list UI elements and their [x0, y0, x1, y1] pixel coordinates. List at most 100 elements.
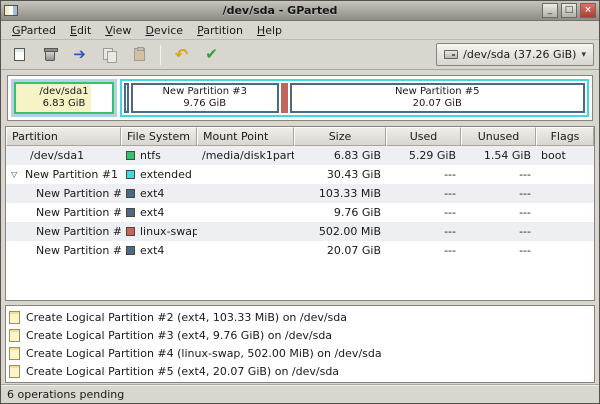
- menu-edit[interactable]: Edit: [63, 22, 98, 39]
- table-row[interactable]: New Partition #2 ext4 103.33 MiB --- ---: [6, 184, 594, 203]
- cell-flags: [536, 241, 594, 260]
- column-header-unused[interactable]: Unused: [461, 127, 536, 146]
- pending-operations-list: Create Logical Partition #2 (ext4, 103.3…: [5, 305, 595, 383]
- cell-unused: ---: [461, 184, 536, 203]
- titlebar[interactable]: /dev/sda - GParted _ □ ×: [1, 1, 599, 21]
- toolbar: ➔ ↶ ✔ /dev/sda (37.26 GiB) ▾: [1, 40, 599, 70]
- operation-item: Create Logical Partition #2 (ext4, 103.3…: [9, 308, 591, 326]
- partition-name: /dev/sda1: [30, 149, 84, 162]
- copy-button[interactable]: [96, 42, 123, 67]
- ext4-swatch-icon: [126, 246, 135, 255]
- cell-flags: [536, 203, 594, 222]
- table-row[interactable]: New Partition #4 linux-swap 502.00 MiB -…: [6, 222, 594, 241]
- filesystem-name: ext4: [140, 244, 164, 257]
- minimize-button[interactable]: _: [542, 3, 558, 18]
- device-selector-value: /dev/sda (37.26 GiB): [463, 48, 576, 61]
- operation-item: Create Logical Partition #5 (ext4, 20.07…: [9, 362, 591, 380]
- filesystem-name: ntfs: [140, 149, 161, 162]
- column-header-size[interactable]: Size: [294, 127, 386, 146]
- cell-unused: ---: [461, 203, 536, 222]
- partition-name: New Partition #2: [36, 187, 121, 200]
- filesystem-name: ext4: [140, 206, 164, 219]
- close-button[interactable]: ×: [580, 3, 596, 18]
- partition-segment-extended[interactable]: New Partition #3 9.76 GiB New Partition …: [120, 79, 589, 117]
- trash-icon: [45, 51, 55, 61]
- expander-icon[interactable]: ▽: [11, 170, 25, 179]
- cell-partition: /dev/sda1: [6, 146, 121, 165]
- cell-filesystem: extended: [121, 165, 197, 184]
- undo-icon: ↶: [175, 47, 188, 63]
- window-title: /dev/sda - GParted: [21, 4, 539, 17]
- partition-segment-2[interactable]: [124, 83, 129, 113]
- partition-name: New Partition #4: [36, 225, 121, 238]
- ext4-swatch-icon: [126, 208, 135, 217]
- operation-text: Create Logical Partition #2 (ext4, 103.3…: [26, 311, 347, 324]
- table-header: Partition File System Mount Point Size U…: [6, 127, 594, 146]
- operation-text: Create Logical Partition #4 (linux-swap,…: [26, 347, 382, 360]
- table-row[interactable]: ▽New Partition #1 extended 30.43 GiB ---…: [6, 165, 594, 184]
- cell-mountpoint: /media/disk1part1: [197, 146, 294, 165]
- device-selector[interactable]: /dev/sda (37.26 GiB) ▾: [436, 43, 594, 66]
- cell-size: 20.07 GiB: [294, 241, 386, 260]
- cell-used: ---: [386, 222, 461, 241]
- paste-button[interactable]: [126, 42, 153, 67]
- cell-size: 6.83 GiB: [294, 146, 386, 165]
- resize-move-button[interactable]: ➔: [66, 42, 93, 67]
- cell-flags: [536, 222, 594, 241]
- filesystem-name: ext4: [140, 187, 164, 200]
- copy-icon: [103, 48, 117, 62]
- paste-icon: [134, 48, 145, 61]
- operation-icon: [9, 311, 20, 324]
- cell-partition: New Partition #4: [6, 222, 121, 241]
- menu-partition[interactable]: Partition: [190, 22, 250, 39]
- extended-swatch-icon: [126, 170, 135, 179]
- cell-partition: New Partition #5: [6, 241, 121, 260]
- menu-help[interactable]: Help: [250, 22, 289, 39]
- segment-label: New Partition #3: [162, 86, 247, 98]
- column-header-used[interactable]: Used: [386, 127, 461, 146]
- column-header-flags[interactable]: Flags: [536, 127, 594, 146]
- cell-size: 30.43 GiB: [294, 165, 386, 184]
- cell-filesystem: ext4: [121, 241, 197, 260]
- cell-partition: New Partition #3: [6, 203, 121, 222]
- cell-partition: ▽New Partition #1: [6, 165, 121, 184]
- linux-swap-swatch-icon: [126, 227, 135, 236]
- ext4-swatch-icon: [126, 189, 135, 198]
- cell-unused: ---: [461, 241, 536, 260]
- operation-text: Create Logical Partition #3 (ext4, 9.76 …: [26, 329, 332, 342]
- partition-segment-5[interactable]: New Partition #5 20.07 GiB: [290, 83, 585, 113]
- status-bar: 6 operations pending: [1, 385, 599, 403]
- table-row[interactable]: New Partition #5 ext4 20.07 GiB --- ---: [6, 241, 594, 260]
- cell-filesystem: linux-swap: [121, 222, 197, 241]
- cell-used: ---: [386, 184, 461, 203]
- menu-view[interactable]: View: [98, 22, 138, 39]
- partition-segment-3[interactable]: New Partition #3 9.76 GiB: [131, 83, 279, 113]
- operation-icon: [9, 347, 20, 360]
- maximize-button[interactable]: □: [561, 3, 577, 18]
- partition-segment-sda1[interactable]: /dev/sda1 6.83 GiB: [14, 82, 114, 114]
- column-header-partition[interactable]: Partition: [6, 127, 121, 146]
- menu-gparted[interactable]: GParted: [5, 22, 63, 39]
- undo-button[interactable]: ↶: [168, 42, 195, 67]
- column-header-filesystem[interactable]: File System: [121, 127, 197, 146]
- cell-partition: New Partition #2: [6, 184, 121, 203]
- table-row[interactable]: New Partition #3 ext4 9.76 GiB --- ---: [6, 203, 594, 222]
- cell-flags: [536, 184, 594, 203]
- column-header-mountpoint[interactable]: Mount Point: [197, 127, 294, 146]
- table-row[interactable]: /dev/sda1 ntfs /media/disk1part1 6.83 Gi…: [6, 146, 594, 165]
- cell-used: 5.29 GiB: [386, 146, 461, 165]
- partition-bar: /dev/sda1 6.83 GiB New Partition #3 9.76…: [7, 75, 593, 121]
- status-text: 6 operations pending: [7, 388, 124, 401]
- new-partition-button[interactable]: [6, 42, 33, 67]
- delete-partition-button[interactable]: [36, 42, 63, 67]
- segment-size: 6.83 GiB: [43, 98, 86, 110]
- menu-device[interactable]: Device: [138, 22, 190, 39]
- apply-icon: ✔: [205, 47, 218, 62]
- segment-label: /dev/sda1: [39, 86, 88, 98]
- mount-point: /media/disk1part1: [202, 149, 294, 162]
- ntfs-swatch-icon: [126, 151, 135, 160]
- apply-button[interactable]: ✔: [198, 42, 225, 67]
- partition-segment-4[interactable]: [281, 83, 288, 113]
- gparted-window: /dev/sda - GParted _ □ × GParted Edit Vi…: [0, 0, 600, 404]
- partition-bar-area: /dev/sda1 6.83 GiB New Partition #3 9.76…: [1, 70, 599, 126]
